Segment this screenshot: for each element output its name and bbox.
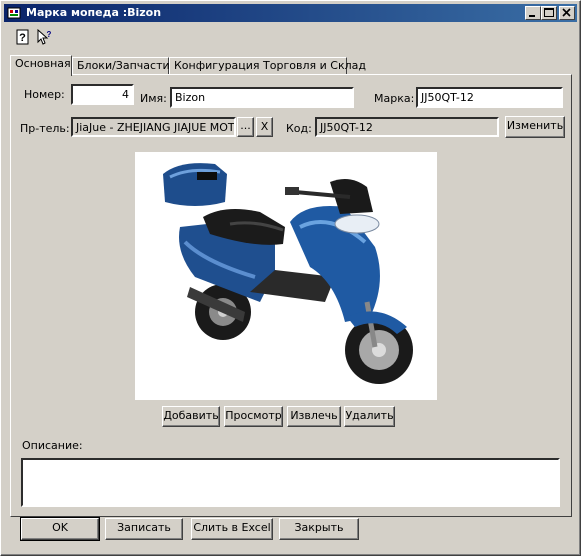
number-label: Номер: [24,88,65,101]
tab-label: Блоки/Запчасти [77,59,170,72]
maximize-button[interactable] [541,6,557,20]
application-window: Марка мопеда :Bizon ? ? Основная Блоки/З… [0,0,581,556]
minimize-icon [529,15,535,17]
number-field[interactable]: 4 [71,84,134,105]
export-excel-button[interactable]: Слить в Excel [191,518,273,540]
name-field[interactable]: Bizon [170,87,354,108]
svg-text:?: ? [19,32,26,44]
maximize-icon [544,8,554,17]
browse-manufacturer-button[interactable]: ... [237,117,254,137]
close-icon [562,8,571,17]
change-button[interactable]: Изменить [505,116,565,138]
name-label: Имя: [140,92,167,105]
view-image-button[interactable]: Просмотр [224,406,283,427]
manufacturer-field[interactable]: JiaJue - ZHEJIANG JIAJUE MOT [71,117,236,137]
save-button[interactable]: Записать [105,518,183,540]
code-field[interactable]: JJ50QT-12 [315,117,499,137]
brand-field[interactable]: JJ50QT-12 [416,87,563,108]
brand-label: Марка: [374,92,415,105]
extract-image-button[interactable]: Извлечь [287,406,341,427]
minimize-button[interactable] [525,6,541,20]
close-dialog-button[interactable]: Закрыть [279,518,359,540]
help-icon[interactable]: ? [15,29,31,45]
manufacturer-label: Пр-тель: [20,122,70,135]
tab-config-trade-warehouse[interactable]: Конфигурация Торговля и Склад [169,57,366,75]
tab-label: Основная [15,57,71,70]
tab-main[interactable]: Основная [10,55,72,76]
close-button[interactable] [559,6,575,20]
clear-manufacturer-button[interactable]: X [256,117,273,137]
tab-blocks-parts[interactable]: Блоки/Запчасти [72,57,170,75]
svg-text:?: ? [47,30,52,39]
delete-image-button[interactable]: Удалить [344,406,395,427]
title-bar: Марка мопеда :Bizon [4,4,577,22]
code-label: Код: [286,122,312,135]
tab-label: Конфигурация Торговля и Склад [174,59,366,72]
product-photo [135,152,437,400]
window-title: Марка мопеда :Bizon [26,6,162,19]
add-image-button[interactable]: Добавить [162,406,220,427]
scooter-image [163,163,413,384]
description-field[interactable] [21,458,560,507]
context-help-icon[interactable]: ? [37,29,53,45]
app-icon[interactable] [7,6,21,20]
ok-button[interactable]: OK [20,517,100,541]
description-label: Описание: [22,439,83,452]
